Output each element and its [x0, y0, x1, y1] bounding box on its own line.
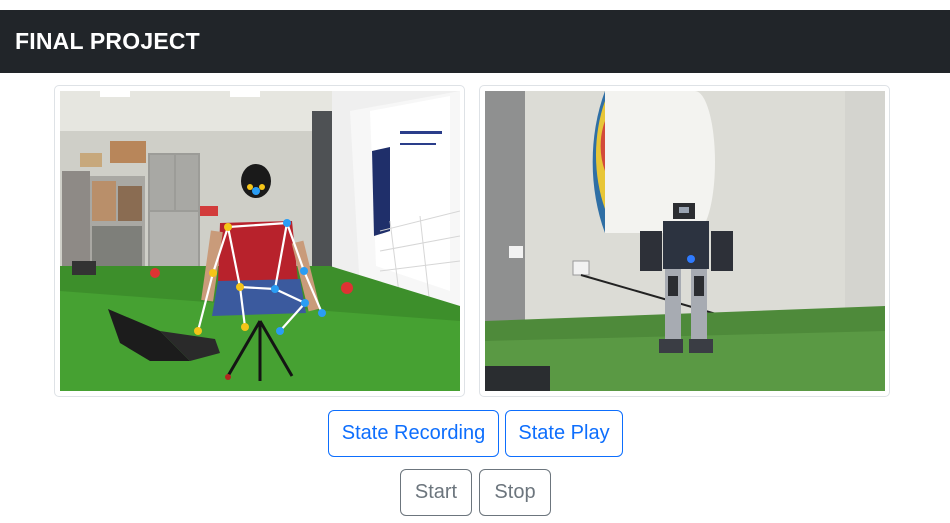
- state-recording-button[interactable]: State Recording: [328, 410, 499, 457]
- navbar-brand-title: FINAL PROJECT: [15, 28, 200, 54]
- state-play-button[interactable]: State Play: [505, 410, 623, 457]
- camera-card-pose: [54, 85, 465, 397]
- camera-card-robot: [479, 85, 890, 397]
- robot-camera-feed: [485, 91, 885, 391]
- pose-camera-feed: [60, 91, 460, 391]
- stop-button[interactable]: Stop: [479, 469, 551, 516]
- start-button[interactable]: Start: [400, 469, 472, 516]
- top-navbar: FINAL PROJECT: [0, 10, 950, 73]
